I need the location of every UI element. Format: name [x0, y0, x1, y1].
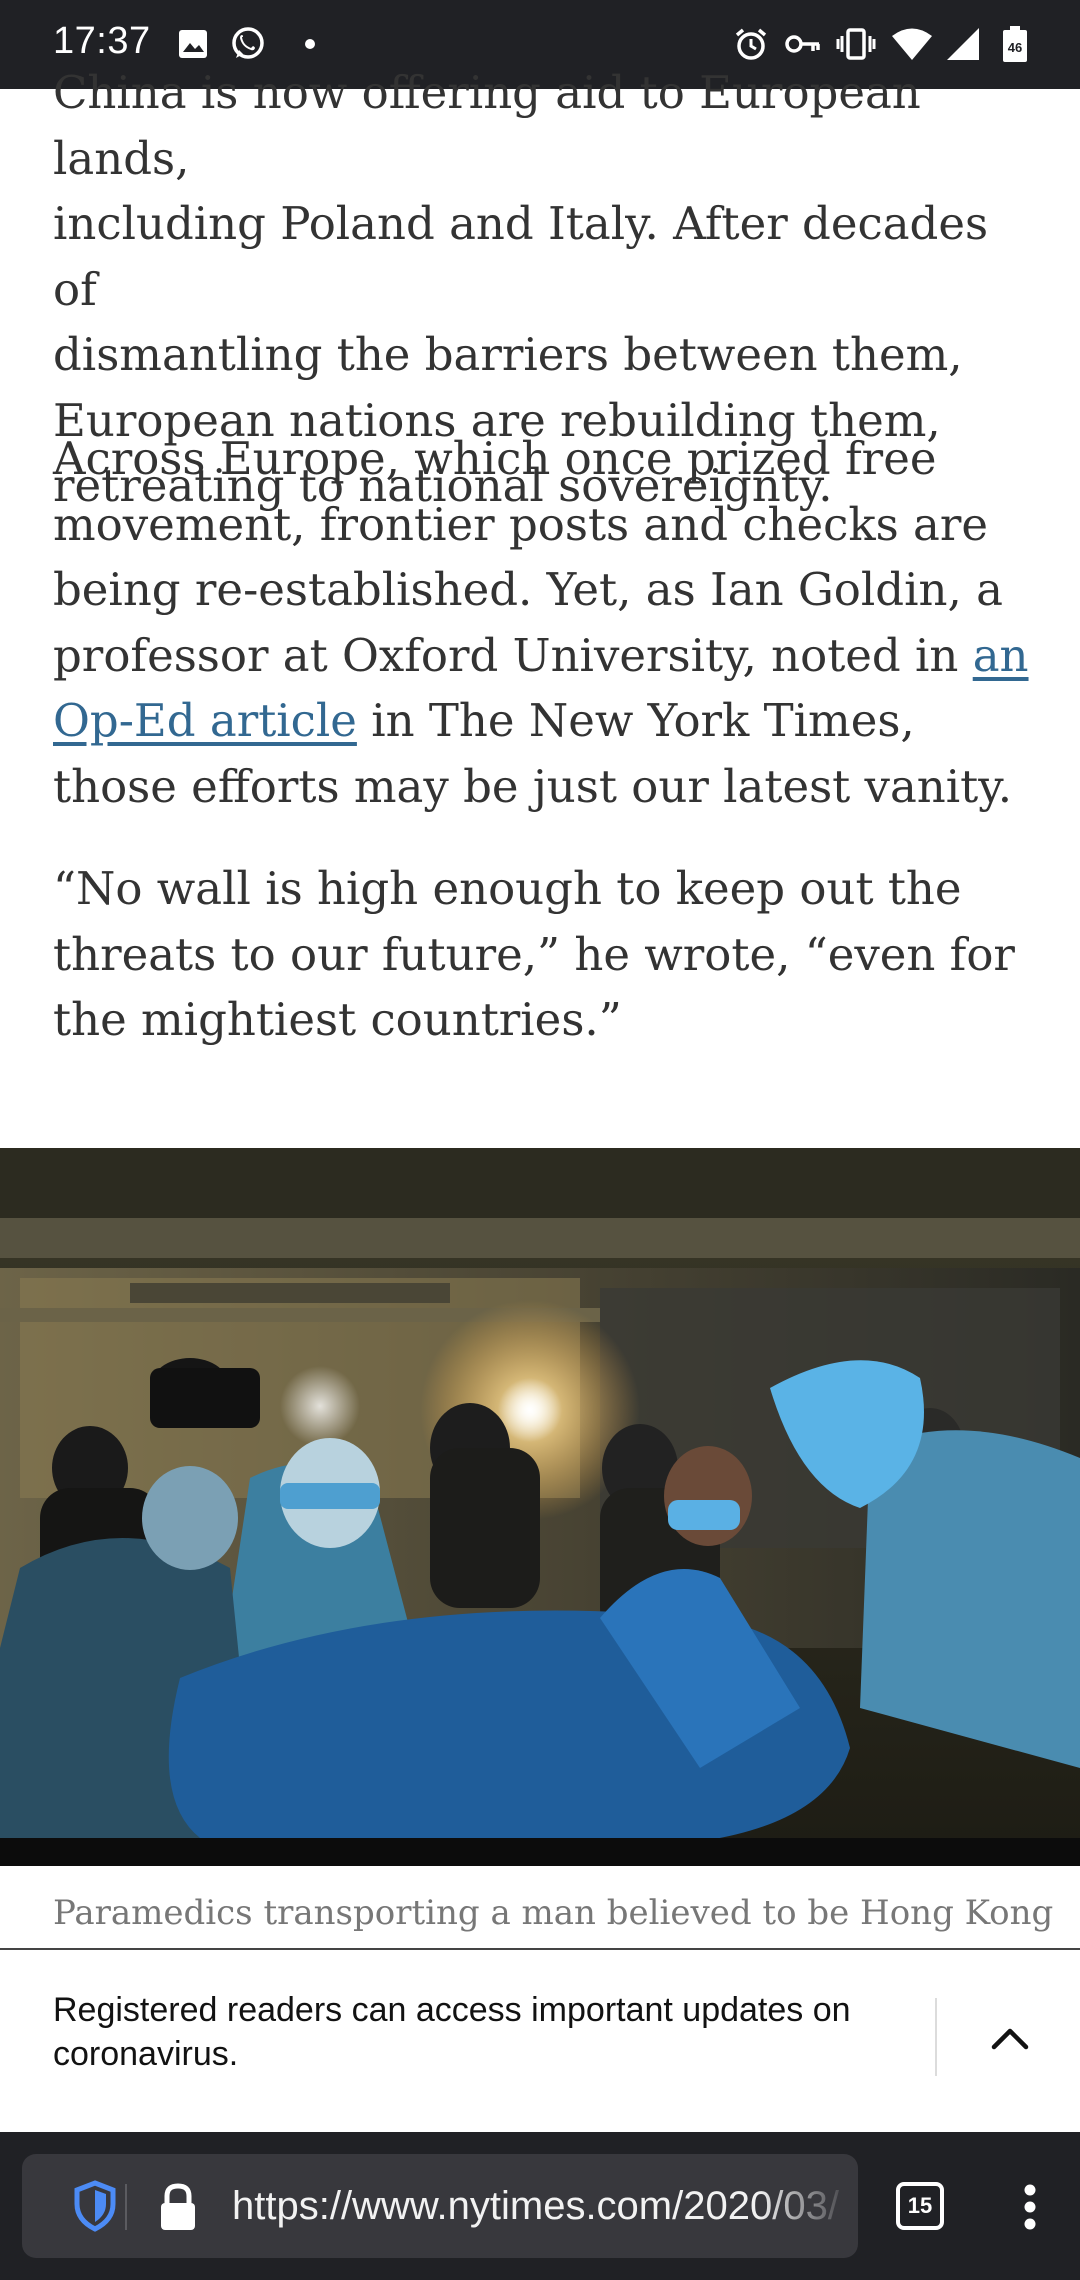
vpn-key-icon	[784, 26, 822, 62]
shield-icon	[74, 2180, 116, 2232]
paragraph-line: dismantling the barriers between them,	[53, 328, 963, 381]
notification-dot-icon	[300, 26, 320, 62]
more-vertical-icon	[1024, 2184, 1036, 2230]
url-bar[interactable]: https://www.nytimes.com/2020/03/	[22, 2154, 858, 2258]
whatsapp-icon	[228, 26, 268, 62]
chevron-up-icon	[991, 2028, 1029, 2050]
banner-divider	[935, 1998, 937, 2076]
photo-caption: Paramedics transporting a man believed t…	[53, 1893, 1053, 1933]
battery-level: 46	[1008, 40, 1022, 55]
wifi-icon	[890, 26, 934, 62]
browser-toolbar: https://www.nytimes.com/2020/03/ 15	[0, 2132, 1080, 2280]
status-time: 17:37	[53, 20, 151, 62]
paramedics-photo	[0, 1148, 1080, 1866]
article-paragraph-2: Across Europe, which once prized free mo…	[53, 426, 1043, 819]
tabs-button[interactable]: 15	[886, 2176, 954, 2236]
signal-icon	[944, 26, 982, 62]
vibrate-icon	[836, 26, 876, 62]
gallery-icon	[176, 26, 210, 62]
article-photo[interactable]	[0, 1148, 1080, 1866]
registration-banner-text: Registered readers can access important …	[53, 1991, 851, 2073]
paragraph-line: China is now offering aid to European la…	[53, 66, 921, 185]
registration-banner[interactable]: Registered readers can access important …	[0, 1948, 1080, 2134]
tab-count: 15	[896, 2182, 944, 2230]
article-paragraph-3: “No wall is high enough to keep out the …	[53, 862, 1015, 1046]
expand-banner-button[interactable]	[960, 2000, 1060, 2076]
url-bar-divider	[125, 2184, 127, 2230]
alarm-icon	[732, 26, 770, 62]
paragraph-text: Across Europe, which once prized free mo…	[53, 432, 1003, 682]
url-text[interactable]: https://www.nytimes.com/2020/03/	[232, 2178, 852, 2234]
browser-menu-button[interactable]	[1000, 2172, 1060, 2242]
lock-icon	[161, 2183, 195, 2230]
paragraph-line: including Poland and Italy. After decade…	[53, 197, 989, 316]
battery-icon: 46	[1000, 26, 1030, 62]
